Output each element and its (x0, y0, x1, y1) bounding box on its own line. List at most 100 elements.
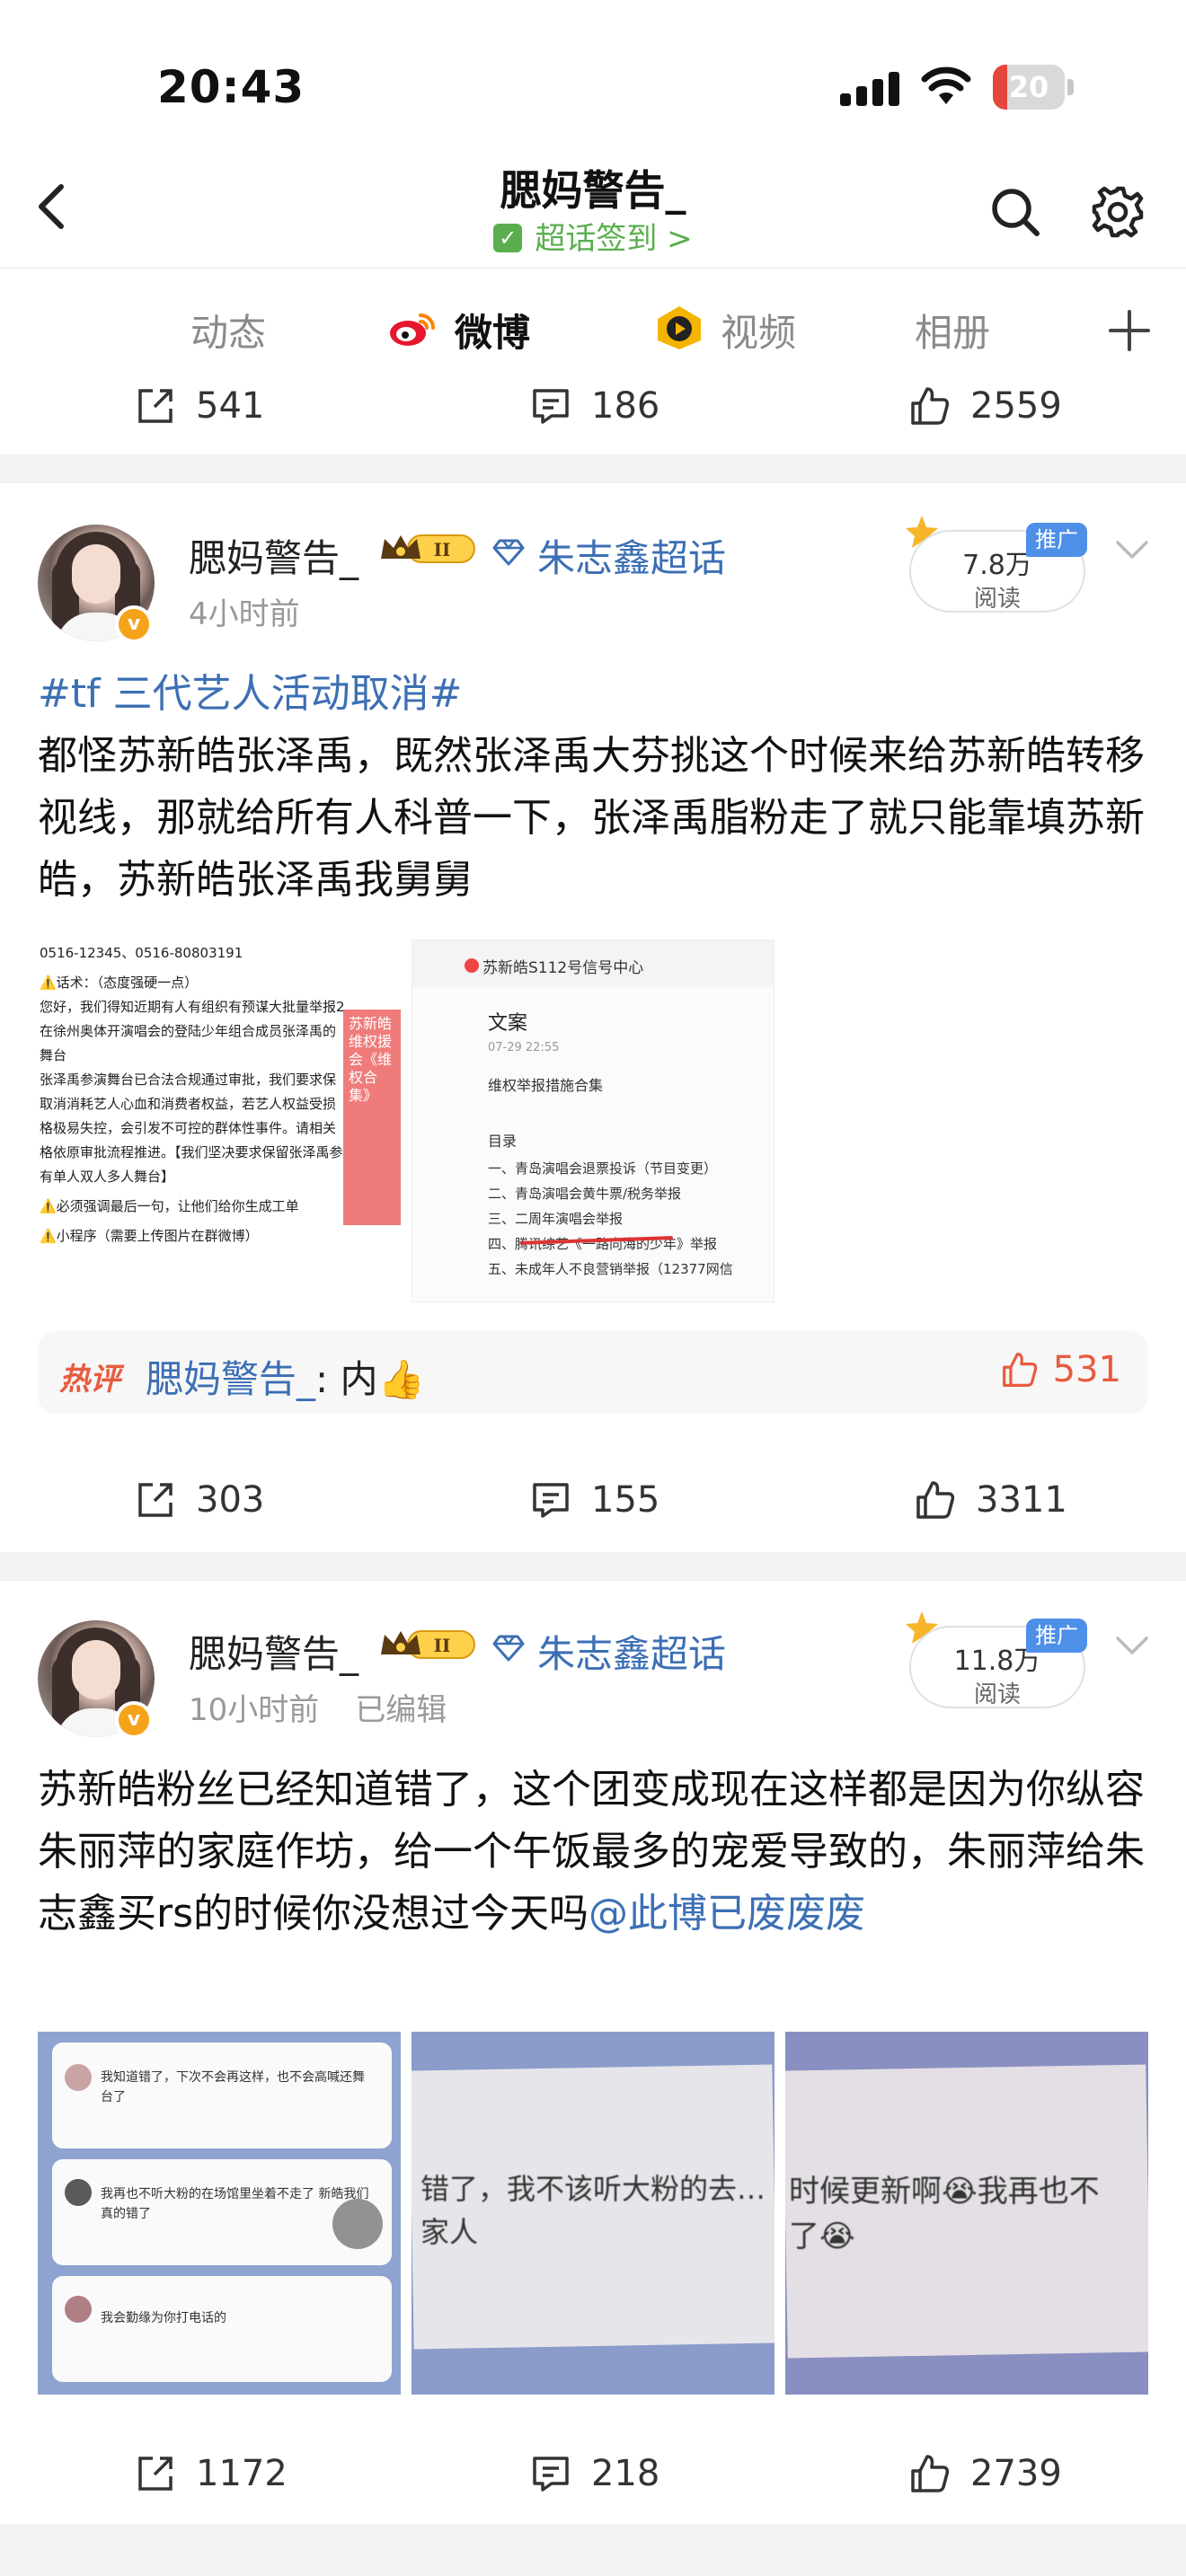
share-button[interactable]: 303 (135, 1455, 264, 1545)
post-card: v 腮妈警告_ II 朱志鑫超话 10小时前 已编辑 11.8万 阅读 推广 苏新… (0, 1581, 1186, 2524)
prev-post-actions: 541 186 2559 (0, 361, 1186, 454)
comment-icon (533, 2457, 569, 2492)
battery-level: 20 (1008, 70, 1049, 104)
promo-badge: 推广 (1026, 1619, 1087, 1653)
image-toc-item: 三、二周年演唱会举报 (488, 1211, 624, 1227)
read-label: 阅读 (973, 1681, 1021, 1708)
post-image[interactable]: 时候更新啊😭我再也不 了😭 (785, 2032, 1148, 2395)
image-title: 文案 (488, 1012, 528, 1035)
promo-badge: 推广 (1026, 523, 1087, 557)
plus-icon[interactable] (1107, 308, 1152, 353)
read-label: 阅读 (973, 586, 1021, 613)
image-text: 我再也不听大粉的在场馆里坐着不走了 新皓我们真的错了 (101, 2187, 369, 2221)
image-text: 时候更新啊😭我再也不 (789, 2174, 1100, 2210)
post-image[interactable]: 错了，我不该听大粉的去… 家人 (412, 2032, 774, 2395)
image-toc: 目录 (488, 1133, 518, 1150)
share-count: 1172 (196, 2453, 288, 2494)
hot-comment-author[interactable]: 腮妈警告_ (146, 1357, 315, 1401)
image-text-line: ⚠️小程序（需要上传图片在群微博） (40, 1228, 259, 1244)
like-count: 3311 (976, 1479, 1067, 1521)
comment-button[interactable]: 155 (530, 1455, 659, 1545)
chevron-down-icon[interactable] (1114, 535, 1150, 562)
share-button[interactable]: 541 (135, 361, 264, 451)
like-button[interactable]: 2739 (909, 2429, 1062, 2519)
username[interactable]: 腮妈警告_ (189, 1624, 358, 1679)
post-actions: 1172 218 2739 (0, 2429, 1186, 2519)
post-text: #tf 三代艺人活动取消# 都怪苏新皓张泽禹，既然张泽禹大芬挑这个时候来给苏新皓… (38, 663, 1148, 911)
stamp-overlay: 苏新皓维权援会《维权合集》 (343, 1010, 401, 1225)
mention-link[interactable]: @此博已废废废 (589, 1891, 865, 1936)
image-toc-item: 五、未成年人不良营销举报（12377网信 (488, 1261, 733, 1277)
hot-comment-likes[interactable]: 531 (1001, 1349, 1121, 1390)
post-card: v 腮妈警告_ II 朱志鑫超话 4小时前 7.8万 阅读 推广 #tf 三代艺… (0, 483, 1186, 1552)
verified-badge-icon: v (115, 605, 153, 643)
cellular-signal-icon (840, 70, 899, 106)
post-image[interactable]: 苏新皓S112号信号中心 文案 07-29 22:55 维权举报措施合集 目录 … (412, 940, 774, 1302)
like-button[interactable]: 2559 (909, 361, 1062, 451)
level-crown-icon: II (381, 1630, 475, 1659)
chevron-down-icon[interactable] (1114, 1631, 1150, 1658)
image-header: 苏新皓S112号信号中心 (482, 959, 644, 977)
like-count: 2739 (970, 2453, 1062, 2494)
share-button[interactable]: 1172 (135, 2429, 288, 2519)
supertopic-link[interactable]: 朱志鑫超话 (537, 1624, 726, 1679)
hot-comment[interactable]: 热评 腮妈警告_: 内👍 531 (38, 1331, 1148, 1414)
comment-icon (533, 1483, 569, 1518)
gear-icon[interactable] (1091, 185, 1145, 239)
share-count: 303 (196, 1479, 265, 1521)
hashtag-link[interactable]: #tf 三代艺人活动取消# (38, 663, 1148, 725)
comment-count: 186 (591, 385, 660, 427)
level-crown-icon: II (381, 534, 475, 563)
supertopic-link[interactable]: 朱志鑫超话 (537, 528, 726, 583)
post-image[interactable]: 我知道错了，下次不会再这样，也不会高喊还舞台了 我再也不听大粉的在场馆里坐着不走… (38, 2032, 401, 2395)
comment-button[interactable]: 218 (530, 2429, 659, 2519)
level-label: II (434, 1635, 451, 1656)
image-date: 07-29 22:55 (488, 1041, 560, 1054)
share-icon (138, 1483, 173, 1517)
thumbs-up-icon (916, 1481, 955, 1519)
header: 腮妈警告_ ✓ 超话签到 > (0, 153, 1186, 268)
image-text-line: 0516-12345、0516-80803191 (40, 945, 243, 961)
tab-album[interactable]: 相册 (915, 303, 990, 357)
search-icon[interactable] (988, 185, 1042, 239)
image-text: 家人 (420, 2215, 479, 2249)
video-logo-icon (658, 306, 701, 349)
thumbs-up-icon (911, 387, 950, 425)
thumbs-up-icon (1002, 1353, 1037, 1387)
post-time: 10小时前 (189, 1692, 320, 1728)
hot-comment-like-count: 531 (1052, 1349, 1121, 1390)
comment-count: 155 (591, 1479, 660, 1521)
tab-video[interactable]: 视频 (721, 303, 796, 357)
image-subtitle: 维权举报措施合集 (488, 1077, 604, 1094)
username[interactable]: 腮妈警告_ (189, 528, 358, 583)
image-toc-item: 二、青岛演唱会黄牛票/税务举报 (488, 1186, 682, 1202)
image-text: 了😭 (789, 2219, 855, 2254)
wifi-icon (921, 66, 971, 104)
post-actions: 303 155 3311 (0, 1455, 1186, 1545)
post-time: 4小时前 (189, 596, 300, 632)
post-body: 都怪苏新皓张泽禹，既然张泽禹大芬挑这个时候来给苏新皓转移视线，那就给所有人科普一… (38, 733, 1145, 903)
post-text: 苏新皓粉丝已经知道错了，这个团变成现在这样都是因为你纵容朱丽萍的家庭作坊，给一个… (38, 1759, 1148, 1945)
thumbs-up-icon (911, 2455, 950, 2492)
tab-weibo[interactable]: 微博 (455, 303, 530, 357)
diamond-icon (492, 539, 525, 566)
diamond-icon (492, 1635, 525, 1662)
like-button[interactable]: 3311 (915, 1455, 1067, 1545)
image-text: 我知道错了，下次不会再这样，也不会高喊还舞台了 (101, 2070, 365, 2104)
tab-feed[interactable]: 动态 (190, 303, 266, 357)
image-text-line: ⚠️话术：（态度强硬一点） (40, 975, 199, 991)
comment-icon (533, 389, 569, 424)
status-bar: 20:43 20 (0, 0, 1186, 153)
hot-comment-tag: 热评 (59, 1362, 120, 1398)
image-text: 错了，我不该听大粉的去… (420, 2172, 766, 2206)
post-image[interactable]: 0516-12345、0516-80803191 ⚠️话术：（态度强硬一点） 您好，… (38, 940, 401, 1302)
battery-indicator: 20 (993, 65, 1074, 110)
clock: 20:43 (157, 61, 305, 113)
like-count: 2559 (970, 385, 1062, 427)
edited-label: 已编辑 (355, 1692, 447, 1728)
comment-button[interactable]: 186 (530, 361, 659, 451)
checkin-arrow: > (667, 221, 693, 257)
share-icon (138, 2457, 173, 2491)
level-label: II (434, 539, 451, 560)
comment-count: 218 (591, 2453, 660, 2494)
